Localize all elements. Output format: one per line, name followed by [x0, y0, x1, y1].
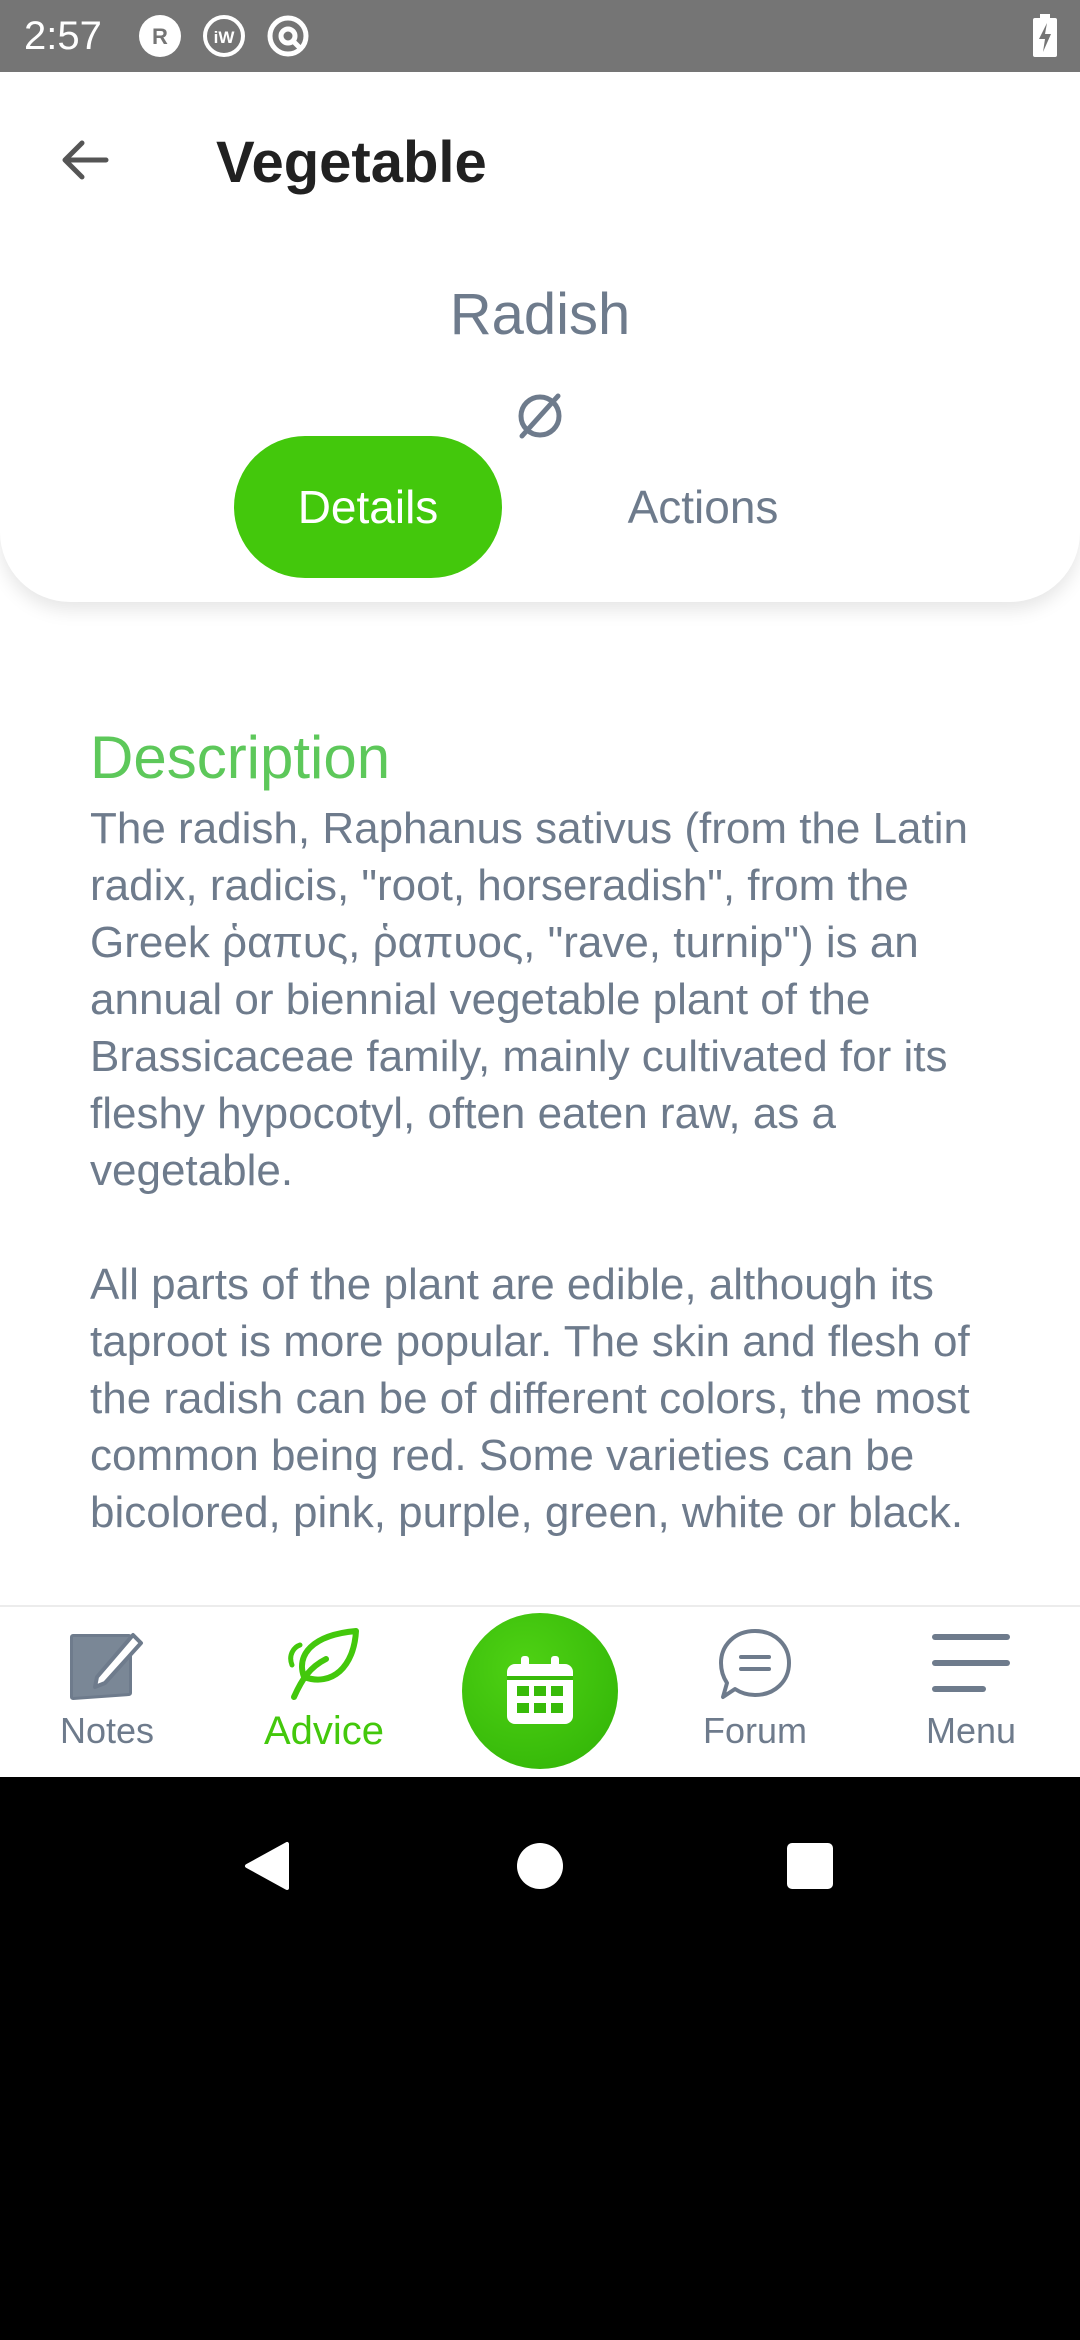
system-recents-button[interactable] — [765, 1821, 855, 1911]
nav-item-advice[interactable]: Advice — [224, 1607, 424, 1777]
nav-label-forum: Forum — [702, 1710, 807, 1751]
home-circle-icon — [517, 1843, 563, 1889]
notepad-pencil-icon — [70, 1633, 143, 1700]
svg-text:iW: iW — [214, 28, 236, 47]
nav-label-notes: Notes — [59, 1710, 155, 1751]
nav-item-notes[interactable]: Notes — [7, 1607, 207, 1777]
status-time: 2:57 — [24, 14, 102, 58]
nav-label-menu: Menu — [925, 1710, 1017, 1751]
hamburger-menu-icon — [932, 1634, 1010, 1692]
details-content: Description The radish, Raphanus sativus… — [0, 602, 1080, 1677]
arrow-left-icon — [62, 140, 109, 180]
system-back-button[interactable] — [222, 1821, 312, 1911]
at-circle-icon — [267, 15, 309, 57]
nav-label-advice: Advice — [263, 1709, 385, 1753]
description-paragraph: All parts of the plant are edible, altho… — [90, 1260, 970, 1537]
back-button[interactable] — [48, 124, 120, 196]
chat-bubble-icon — [719, 1629, 791, 1699]
app-screen: Vegetable Radish Details Actions Descrip… — [0, 72, 1080, 1777]
tab-details[interactable]: Details — [234, 436, 502, 578]
r-circle-icon: R — [139, 15, 181, 57]
plant-name: Radish — [449, 282, 631, 347]
svg-text:R: R — [152, 24, 168, 49]
leaf-icon — [288, 1628, 359, 1700]
battery-charging-icon — [1033, 14, 1057, 57]
calendar-icon — [507, 1656, 573, 1724]
status-bar: 2:57 R iW — [0, 0, 1080, 72]
nav-item-menu[interactable]: Menu — [871, 1607, 1071, 1777]
iw-circle-icon: iW — [203, 15, 245, 57]
nav-item-forum[interactable]: Forum — [655, 1607, 855, 1777]
description-heading: Description — [90, 724, 391, 791]
plant-header-card: Vegetable Radish Details Actions — [0, 72, 1080, 602]
status-notification-icons: R iW — [138, 14, 310, 58]
back-triangle-icon — [245, 1842, 289, 1890]
tab-actions[interactable]: Actions — [560, 436, 846, 578]
recents-square-icon — [787, 1843, 833, 1889]
description-paragraph: The radish, Raphanus sativus (from the L… — [90, 804, 969, 1195]
page-title: Vegetable — [216, 130, 487, 195]
calendar-button[interactable] — [462, 1613, 618, 1769]
system-home-button[interactable] — [495, 1821, 585, 1911]
system-navigation-bar — [0, 1777, 1080, 2340]
